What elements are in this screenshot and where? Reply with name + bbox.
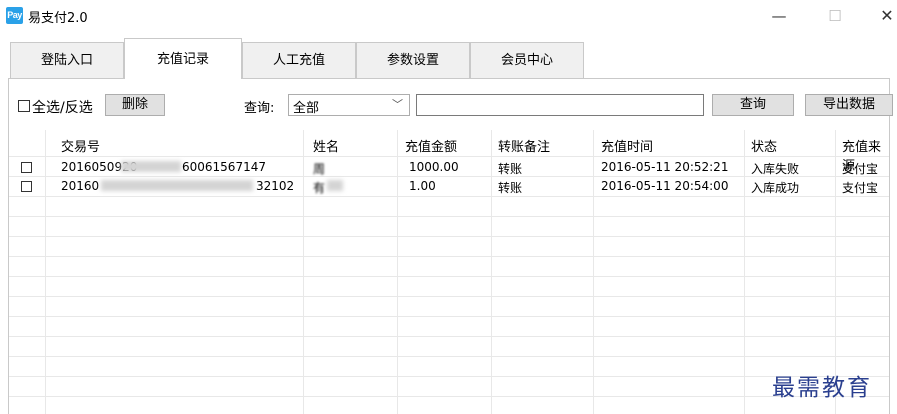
row-checkbox[interactable] bbox=[21, 181, 32, 192]
cell-name: 周 bbox=[313, 162, 326, 176]
select-all-checkbox[interactable] bbox=[18, 100, 30, 112]
watermark: 最需教育 bbox=[772, 375, 872, 401]
export-button[interactable]: 导出数据 bbox=[805, 94, 893, 116]
app-logo-icon: Pay bbox=[6, 7, 23, 24]
cell-note: 转账 bbox=[498, 181, 523, 195]
cell-txn-id-prefix: 20160 bbox=[61, 179, 100, 193]
title-bar: Pay 易支付2.0 — ☐ ✕ bbox=[0, 0, 897, 32]
redacted-block bbox=[121, 161, 181, 172]
column-header-txn-id[interactable]: 交易号 bbox=[61, 136, 100, 155]
column-header-status[interactable]: 状态 bbox=[751, 136, 777, 155]
cell-txn-id-suffix: 60061567147 bbox=[182, 160, 266, 174]
cell-status: 入库失败 bbox=[751, 162, 800, 176]
delete-button[interactable]: 删除 bbox=[105, 94, 165, 116]
tab-manual-recharge[interactable]: 人工充值 bbox=[242, 42, 356, 78]
cell-time: 2016-05-11 20:54:00 bbox=[601, 179, 729, 193]
close-button[interactable]: ✕ bbox=[872, 5, 897, 27]
cell-status: 入库成功 bbox=[751, 181, 800, 195]
cell-source: 支付宝 bbox=[842, 181, 879, 195]
tab-recharge-records[interactable]: 充值记录 bbox=[124, 38, 242, 79]
query-label: 查询: bbox=[244, 101, 275, 116]
cell-name: 有 bbox=[313, 181, 326, 195]
minimize-button[interactable]: — bbox=[764, 5, 794, 27]
query-button[interactable]: 查询 bbox=[712, 94, 794, 116]
select-all-label[interactable]: 全选/反选 bbox=[32, 97, 93, 117]
tab-member-center[interactable]: 会员中心 bbox=[470, 42, 584, 78]
cell-note: 转账 bbox=[498, 162, 523, 176]
column-header-amount[interactable]: 充值金额 bbox=[405, 136, 457, 155]
filter-select[interactable]: 全部 ﹀ bbox=[288, 94, 410, 116]
window-title: 易支付2.0 bbox=[28, 11, 88, 26]
row-checkbox[interactable] bbox=[21, 162, 32, 173]
tab-login[interactable]: 登陆入口 bbox=[10, 42, 124, 78]
records-table: 交易号 姓名 充值金额 转账备注 充值时间 状态 充值来源 20160509​2… bbox=[9, 130, 889, 414]
column-header-time[interactable]: 充值时间 bbox=[601, 136, 653, 155]
cell-time: 2016-05-11 20:52:21 bbox=[601, 160, 729, 174]
maximize-button[interactable]: ☐ bbox=[820, 5, 850, 27]
column-header-name[interactable]: 姓名 bbox=[313, 136, 339, 155]
filter-select-value: 全部 bbox=[293, 101, 320, 116]
redacted-block bbox=[101, 180, 253, 191]
chevron-down-icon: ﹀ bbox=[392, 98, 403, 111]
tab-settings[interactable]: 参数设置 bbox=[356, 42, 470, 78]
cell-amount: 1000.00 bbox=[409, 160, 459, 174]
redacted-block bbox=[327, 180, 343, 191]
cell-source: 支付宝 bbox=[842, 162, 879, 176]
search-input[interactable] bbox=[416, 94, 704, 116]
cell-txn-id-suffix: 32102 bbox=[256, 179, 295, 193]
cell-amount: 1.00 bbox=[409, 179, 436, 193]
tab-strip: 登陆入口 充值记录 人工充值 参数设置 会员中心 bbox=[8, 38, 890, 79]
column-header-note[interactable]: 转账备注 bbox=[498, 136, 550, 155]
